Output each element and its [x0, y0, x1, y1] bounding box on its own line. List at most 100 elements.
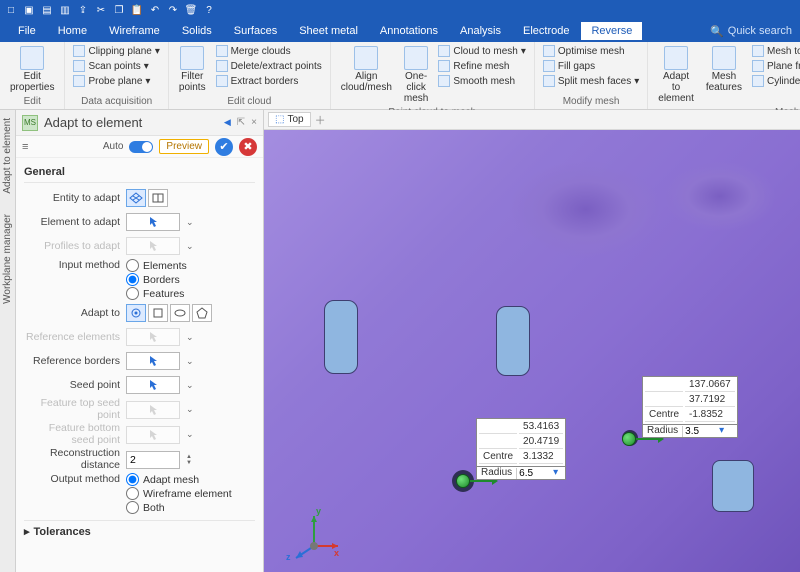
label-feature-bottom-seed: Feature bottom seed point: [24, 423, 120, 446]
seed-point-picker[interactable]: [126, 376, 180, 394]
menu-wireframe[interactable]: Wireframe: [99, 22, 170, 40]
panel-pin-icon[interactable]: ⇱: [237, 117, 245, 128]
feature-sphere[interactable]: [622, 432, 636, 446]
callout1-dropdown[interactable]: ▾: [550, 467, 561, 479]
edit-properties-button[interactable]: Edit properties: [6, 44, 58, 95]
feature-axis-arrow: [636, 438, 660, 440]
paste-icon[interactable]: 📋: [130, 3, 144, 17]
radio-elements[interactable]: Elements: [126, 259, 187, 272]
radio-wireframe-element[interactable]: Wireframe element: [126, 487, 232, 500]
view-triad[interactable]: x y z: [282, 502, 342, 562]
cut-icon[interactable]: ✂: [94, 3, 108, 17]
refine-mesh-button[interactable]: Refine mesh: [436, 59, 528, 73]
merge-clouds-button[interactable]: Merge clouds: [214, 44, 324, 58]
delete-icon[interactable]: 🗑: [184, 3, 198, 17]
callout2-radius-label: Radius: [643, 425, 682, 437]
quick-search[interactable]: 🔍 Quick search: [710, 25, 792, 38]
export-icon[interactable]: ⇪: [76, 3, 90, 17]
menu-electrode[interactable]: Electrode: [513, 22, 579, 40]
auto-switch[interactable]: [129, 141, 153, 153]
viewport-tab-top[interactable]: ⬚Top: [268, 112, 311, 127]
callout2-dropdown[interactable]: ▾: [716, 425, 727, 437]
filter-points-button[interactable]: Filter points: [175, 44, 210, 95]
menu-annotations[interactable]: Annotations: [370, 22, 448, 40]
axis-z-label: z: [286, 552, 291, 562]
optimise-mesh-button[interactable]: Optimise mesh: [541, 44, 641, 58]
panel-menu-icon[interactable]: ≡: [22, 141, 28, 153]
radio-features[interactable]: Features: [126, 287, 187, 300]
adapt-panel: MS Adapt to element ◀ ⇱ × ≡ Auto Preview…: [16, 110, 264, 572]
callout2-x: 137.0667: [685, 379, 735, 392]
menu-reverse[interactable]: Reverse: [581, 22, 642, 40]
entity-face-button[interactable]: [148, 189, 168, 207]
undo-icon[interactable]: ↶: [148, 3, 162, 17]
adapt-polygon-button[interactable]: [192, 304, 212, 322]
slot-feature: [496, 306, 530, 376]
one-click-mesh-button[interactable]: One-click mesh: [400, 44, 432, 106]
feature-bottom-seed-expand: ⌄: [186, 429, 196, 440]
cylinder-from-mesh-button[interactable]: Cylinder from mesh ▾: [750, 74, 800, 88]
section-tolerances[interactable]: ▸Tolerances: [24, 520, 255, 542]
extract-borders-button[interactable]: Extract borders: [214, 74, 324, 88]
cancel-button[interactable]: ✖: [239, 138, 257, 156]
radio-adapt-mesh[interactable]: Adapt mesh: [126, 473, 232, 486]
mesh-surface[interactable]: 53.4163 20.4719 Centre3.1332 Radius▾ 137…: [264, 130, 800, 572]
copy-icon[interactable]: ❐: [112, 3, 126, 17]
radio-borders[interactable]: Borders: [126, 273, 187, 286]
redo-icon[interactable]: ↷: [166, 3, 180, 17]
viewport[interactable]: ⬚Top ＋ 53.4163 20.4719: [264, 110, 800, 572]
entity-mesh-button[interactable]: [126, 189, 146, 207]
mesh-to-surface-button[interactable]: Mesh to surface ▾: [750, 44, 800, 58]
saveall-icon[interactable]: ▥: [58, 3, 72, 17]
reconstruction-spinner[interactable]: ▲▼: [186, 454, 196, 466]
clipping-plane-button[interactable]: Clipping plane ▾: [71, 44, 161, 58]
callout1-radius-input[interactable]: [516, 468, 550, 479]
align-cloud-mesh-button[interactable]: Align cloud/mesh: [337, 44, 396, 95]
ribbon-group-modify-mesh: Optimise mesh Fill gaps Split mesh faces…: [535, 42, 648, 109]
adapt-square-button[interactable]: [148, 304, 168, 322]
probe-plane-button[interactable]: Probe plane ▾: [71, 74, 161, 88]
adapt-to-element-button[interactable]: Adapt to element: [654, 44, 698, 106]
save-icon[interactable]: ▤: [40, 3, 54, 17]
callout-2[interactable]: 137.0667 37.7192 Centre-1.8352 Radius▾: [642, 376, 738, 438]
callout-1[interactable]: 53.4163 20.4719 Centre3.1332 Radius▾: [476, 418, 566, 480]
menu-solids[interactable]: Solids: [172, 22, 222, 40]
radio-both[interactable]: Both: [126, 501, 232, 514]
add-tab-button[interactable]: ＋: [315, 112, 326, 128]
ref-borders-expand[interactable]: ⌄: [186, 356, 196, 367]
scan-points-button[interactable]: Scan points ▾: [71, 59, 161, 73]
confirm-button[interactable]: ✔: [215, 138, 233, 156]
side-tab-workplane[interactable]: Workplane manager: [2, 214, 13, 304]
element-picker[interactable]: [126, 213, 180, 231]
open-icon[interactable]: ▣: [22, 3, 36, 17]
seed-point-expand[interactable]: ⌄: [186, 380, 196, 391]
menu-surfaces[interactable]: Surfaces: [224, 22, 287, 40]
menu-file[interactable]: File: [8, 22, 46, 40]
side-tab-adapt[interactable]: Adapt to element: [2, 118, 13, 194]
ref-borders-picker[interactable]: [126, 352, 180, 370]
smooth-mesh-button[interactable]: Smooth mesh: [436, 74, 528, 88]
delete-extract-points-button[interactable]: Delete/extract points: [214, 59, 324, 73]
split-mesh-faces-button[interactable]: Split mesh faces ▾: [541, 74, 641, 88]
menu-home[interactable]: Home: [48, 22, 97, 40]
adapt-ellipse-button[interactable]: [170, 304, 190, 322]
new-icon[interactable]: □: [4, 3, 18, 17]
fill-gaps-button[interactable]: Fill gaps: [541, 59, 641, 73]
ref-elements-picker: [126, 328, 180, 346]
ribbon-group-pc2mesh: Align cloud/mesh One-click mesh Cloud to…: [331, 42, 535, 109]
menu-sheetmetal[interactable]: Sheet metal: [289, 22, 368, 40]
menu-analysis[interactable]: Analysis: [450, 22, 511, 40]
plane-from-mesh-button[interactable]: Plane from mesh: [750, 59, 800, 73]
help-icon[interactable]: ?: [202, 3, 216, 17]
preview-button[interactable]: Preview: [159, 139, 209, 154]
callout2-radius-input[interactable]: [682, 426, 716, 437]
element-expand[interactable]: ⌄: [186, 217, 196, 228]
adapt-circle-button[interactable]: [126, 304, 146, 322]
mesh-features-button[interactable]: Mesh features: [702, 44, 746, 95]
reconstruction-distance-input[interactable]: [126, 451, 180, 469]
panel-back-icon[interactable]: ◀: [224, 117, 231, 128]
panel-close-icon[interactable]: ×: [251, 117, 257, 128]
feature-sphere[interactable]: [456, 474, 470, 488]
auto-label: Auto: [103, 141, 124, 152]
cloud-to-mesh-button[interactable]: Cloud to mesh ▾: [436, 44, 528, 58]
